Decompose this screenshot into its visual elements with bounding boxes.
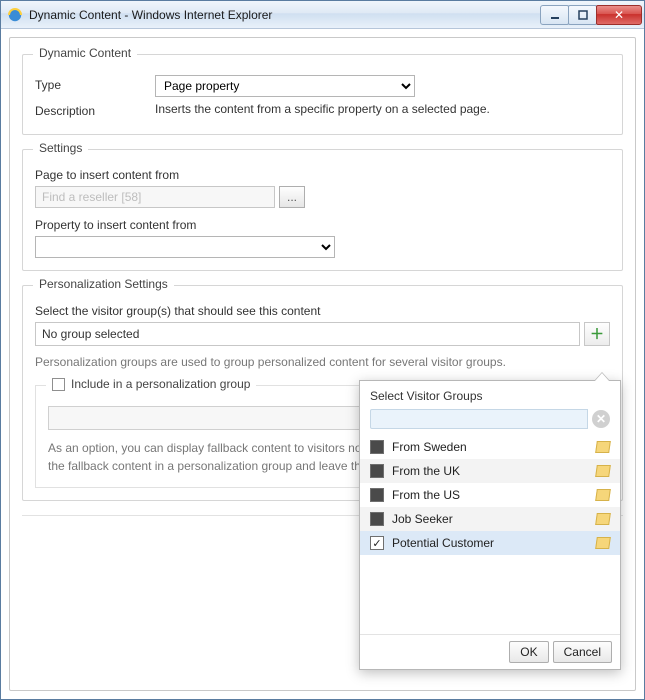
visitor-group-row[interactable]: Job Seeker: [360, 507, 620, 531]
personalization-help-text: Personalization groups are used to group…: [35, 354, 610, 371]
client-area: Dynamic Content Type Page property Descr…: [1, 29, 644, 699]
ie-icon: [7, 7, 23, 23]
include-legend-text: Include in a personalization group: [71, 377, 250, 391]
personalization-legend: Personalization Settings: [33, 277, 174, 291]
close-button[interactable]: ✕: [596, 5, 642, 25]
visitor-group-label: Select the visitor group(s) that should …: [35, 304, 610, 318]
plus-icon: ＋: [590, 324, 604, 344]
window-buttons: ✕: [541, 5, 642, 25]
include-checkbox[interactable]: [52, 378, 65, 391]
popup-arrow: [594, 372, 610, 381]
note-icon[interactable]: [595, 537, 611, 549]
visitor-group-checkbox[interactable]: [370, 440, 384, 454]
visitor-group-checkbox[interactable]: [370, 464, 384, 478]
note-icon[interactable]: [595, 513, 611, 525]
visitor-group-checkbox[interactable]: [370, 512, 384, 526]
maximize-button[interactable]: [568, 5, 597, 25]
visitor-groups-popup: Select Visitor Groups ✕ From SwedenFrom …: [359, 380, 621, 670]
note-icon[interactable]: [595, 489, 611, 501]
close-icon: ✕: [596, 412, 606, 426]
cancel-button[interactable]: Cancel: [553, 641, 612, 663]
description-text: Inserts the content from a specific prop…: [155, 101, 610, 118]
page-input[interactable]: Find a reseller [58]: [35, 186, 275, 208]
visitor-group-box[interactable]: No group selected: [35, 322, 580, 346]
minimize-button[interactable]: [540, 5, 569, 25]
visitor-group-row[interactable]: From Sweden: [360, 435, 620, 459]
visitor-group-name: Job Seeker: [392, 512, 588, 526]
property-select[interactable]: [35, 236, 335, 258]
note-icon[interactable]: [595, 465, 611, 477]
clear-search-button[interactable]: ✕: [592, 410, 610, 428]
dynamic-content-legend: Dynamic Content: [33, 46, 137, 60]
titlebar: Dynamic Content - Windows Internet Explo…: [1, 1, 644, 29]
note-icon[interactable]: [595, 441, 611, 453]
settings-legend: Settings: [33, 141, 88, 155]
visitor-group-row[interactable]: From the UK: [360, 459, 620, 483]
visitor-group-checkbox[interactable]: ✓: [370, 536, 384, 550]
page-label: Page to insert content from: [35, 168, 610, 182]
include-legend: Include in a personalization group: [46, 377, 256, 391]
type-select[interactable]: Page property: [155, 75, 415, 97]
visitor-group-checkbox[interactable]: [370, 488, 384, 502]
settings-fieldset: Settings Page to insert content from Fin…: [22, 149, 623, 271]
visitor-group-name: Potential Customer: [392, 536, 588, 550]
popup-search-input[interactable]: [370, 409, 588, 429]
type-label: Type: [35, 75, 155, 97]
popup-title: Select Visitor Groups: [360, 381, 620, 409]
visitor-group-name: From the UK: [392, 464, 588, 478]
visitor-group-row[interactable]: From the US: [360, 483, 620, 507]
property-label: Property to insert content from: [35, 218, 610, 232]
dynamic-content-fieldset: Dynamic Content Type Page property Descr…: [22, 54, 623, 135]
visitor-group-list: From Sweden From the UK From the US Job See…: [360, 435, 620, 634]
ok-button[interactable]: OK: [509, 641, 548, 663]
content-frame: Dynamic Content Type Page property Descr…: [9, 37, 636, 691]
description-label: Description: [35, 101, 155, 118]
add-visitor-group-button[interactable]: ＋: [584, 322, 610, 346]
window: Dynamic Content - Windows Internet Explo…: [0, 0, 645, 700]
browse-button[interactable]: ...: [279, 186, 305, 208]
window-title: Dynamic Content - Windows Internet Explo…: [29, 8, 541, 22]
visitor-group-name: From Sweden: [392, 440, 588, 454]
visitor-group-name: From the US: [392, 488, 588, 502]
visitor-group-row[interactable]: ✓ Potential Customer: [360, 531, 620, 555]
